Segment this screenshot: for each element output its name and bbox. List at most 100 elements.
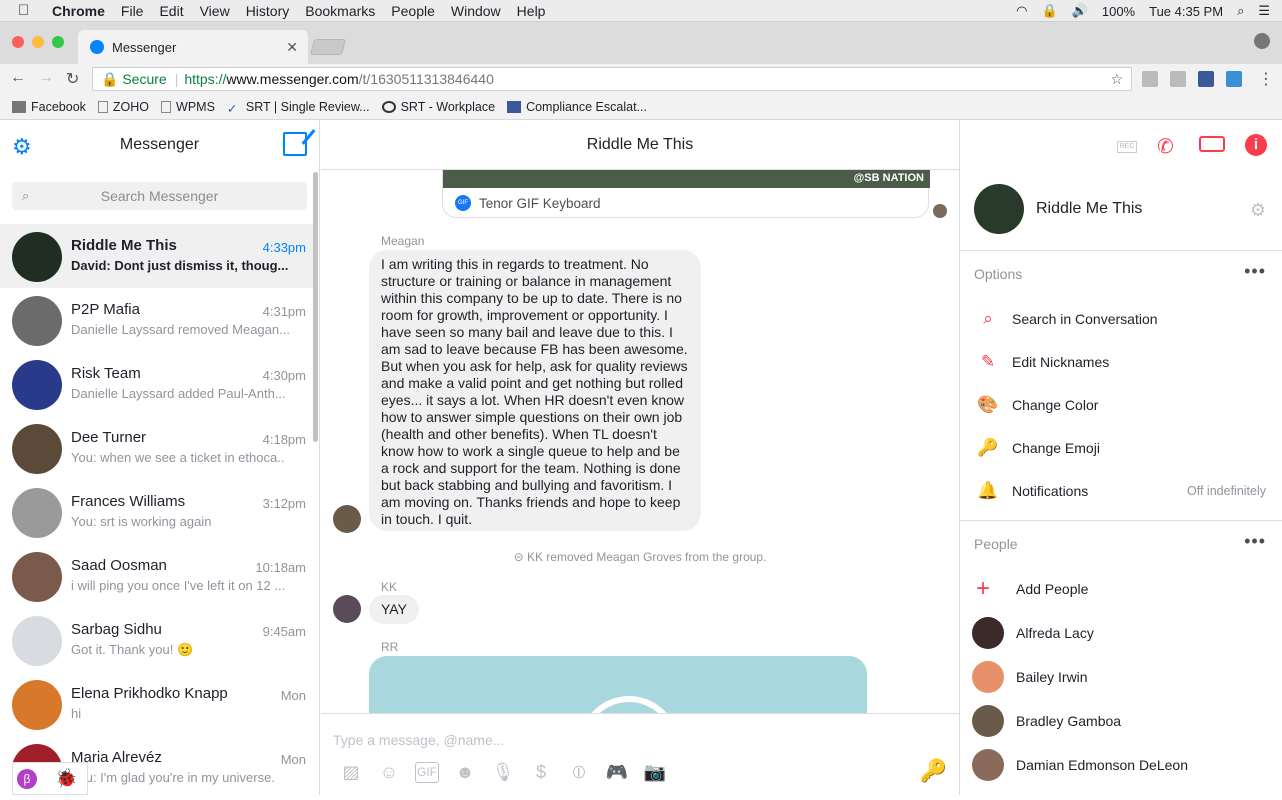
emoji-icon[interactable]: ☻ xyxy=(453,762,477,783)
compose-icon[interactable] xyxy=(283,132,307,156)
menu-app[interactable]: Chrome xyxy=(52,3,105,19)
gif-source-label: Tenor GIF Keyboard xyxy=(479,195,601,211)
person-item[interactable]: Bradley Gamboa xyxy=(960,699,1282,743)
option-item[interactable]: 🔔 Notifications Off indefinitely xyxy=(960,469,1282,512)
lock-icon[interactable]: 🔒 xyxy=(1041,3,1057,19)
menu-view[interactable]: View xyxy=(200,3,230,19)
bookmark-facebook[interactable]: Facebook xyxy=(12,100,86,114)
extension-info-icon[interactable] xyxy=(1226,71,1242,87)
option-item[interactable]: 🎨 Change Color xyxy=(960,383,1282,426)
gif-image[interactable]: @SB NATION xyxy=(443,170,930,188)
back-icon[interactable]: ← xyxy=(10,69,26,87)
extension-facebook-icon[interactable] xyxy=(1142,71,1158,87)
option-label: Search in Conversation xyxy=(1012,310,1158,327)
bookmark-srt-workplace[interactable]: SRT - Workplace xyxy=(381,100,495,114)
conversation-list: Riddle Me This 4:33pm David: Dont just dis… xyxy=(0,224,318,800)
apple-icon[interactable]:  xyxy=(18,2,40,19)
conversation-item[interactable]: Risk Team 4:30pm Danielle Layssard added P… xyxy=(0,352,318,416)
conversation-name: Frances Williams xyxy=(71,493,186,510)
option-item[interactable]: ✎ Edit Nicknames xyxy=(960,340,1282,383)
reload-icon[interactable]: ↻ xyxy=(66,69,79,89)
notification-center-icon[interactable]: ☰ xyxy=(1258,3,1270,19)
conversation-avatar xyxy=(12,424,62,474)
menu-people[interactable]: People xyxy=(391,3,435,19)
conversation-time: 3:12pm xyxy=(262,496,306,511)
conversation-name: Elena Prikhodko Knapp xyxy=(71,685,228,702)
settings-gear-icon[interactable]: ⚙ xyxy=(12,134,36,159)
person-name: Bailey Irwin xyxy=(1016,669,1088,685)
people-more-icon[interactable]: ••• xyxy=(1244,531,1266,552)
menu-window[interactable]: Window xyxy=(451,3,501,19)
tab-messenger[interactable]: Messenger ✕ xyxy=(78,30,308,64)
options-more-icon[interactable]: ••• xyxy=(1244,261,1266,282)
message-input[interactable]: Type a message, @name... xyxy=(333,732,504,748)
bookmark-wpms[interactable]: WPMS xyxy=(161,100,215,114)
bookmark-compliance[interactable]: Compliance Escalat... xyxy=(507,100,647,114)
chrome-menu-icon[interactable]: ⋮ xyxy=(1258,69,1274,89)
bookmark-label: Compliance Escalat... xyxy=(526,99,647,114)
message-bubble[interactable]: YAY xyxy=(369,595,419,624)
beta-badge-icon[interactable]: β xyxy=(17,768,37,789)
extension-f-icon[interactable] xyxy=(1170,71,1186,87)
option-item[interactable]: ⌕ Search in Conversation xyxy=(960,297,1282,340)
gif-attachment[interactable]: @SB NATION GIF Tenor GIF Keyboard xyxy=(442,170,930,218)
spotlight-icon[interactable]: ⌕ xyxy=(1237,3,1244,19)
profile-icon[interactable] xyxy=(1254,33,1270,49)
message-bubble[interactable]: I am writing this in regards to treatmen… xyxy=(369,250,701,531)
forward-icon[interactable]: → xyxy=(38,69,54,87)
game-icon[interactable]: 🎮 xyxy=(605,762,629,783)
conversation-avatar xyxy=(12,232,62,282)
menu-history[interactable]: History xyxy=(246,3,290,19)
person-item[interactable]: Damian Edmonson DeLeon xyxy=(960,743,1282,787)
menu-file[interactable]: File xyxy=(121,3,144,19)
conversation-item[interactable]: Sarbag Sidhu 9:45am Got it. Thank you! 🙂 xyxy=(0,608,318,672)
image-icon[interactable]: ▨ xyxy=(339,762,363,783)
image-attachment[interactable] xyxy=(369,656,867,713)
gif-source[interactable]: GIF Tenor GIF Keyboard xyxy=(455,195,601,211)
person-item[interactable]: Alfreda Lacy xyxy=(960,611,1282,655)
secure-indicator[interactable]: 🔒 Secure xyxy=(101,71,167,88)
extension-fb-icon[interactable] xyxy=(1198,71,1214,87)
person-item[interactable]: Bailey Irwin xyxy=(960,655,1282,699)
wifi-icon[interactable]: ◠ xyxy=(1016,3,1027,19)
conversation-item[interactable]: Elena Prikhodko Knapp Mon hi xyxy=(0,672,318,736)
bell-icon: 🔔 xyxy=(977,480,999,500)
clock[interactable]: Tue 4:35 PM xyxy=(1149,4,1223,19)
menu-help[interactable]: Help xyxy=(517,3,546,19)
bug-icon[interactable]: 🐞 xyxy=(55,768,77,789)
add-people-button[interactable]: + Add People xyxy=(960,567,1282,611)
sender-avatar[interactable] xyxy=(333,505,361,533)
address-bar[interactable]: 🔒 Secure | https:// www.messenger.com /t… xyxy=(92,67,1132,91)
conversation-item[interactable]: Frances Williams 3:12pm You: srt is workin… xyxy=(0,480,318,544)
bookmark-srt-review[interactable]: ✓ SRT | Single Review... xyxy=(227,100,370,116)
search-messenger-input[interactable]: ⌕ Search Messenger xyxy=(12,182,307,210)
bookmark-zoho[interactable]: ZOHO xyxy=(97,100,149,114)
menu-edit[interactable]: Edit xyxy=(159,3,183,19)
menu-bookmarks[interactable]: Bookmarks xyxy=(305,3,375,19)
bookmark-star-icon[interactable]: ☆ xyxy=(1110,71,1123,88)
gif-icon[interactable]: GIF xyxy=(415,762,439,783)
new-tab-button[interactable] xyxy=(309,39,347,55)
payment-icon[interactable]: $ xyxy=(529,762,553,783)
battery-percent: 100% xyxy=(1101,3,1136,19)
conversation-item[interactable]: Saad Oosman 10:18am i will ping you once I… xyxy=(0,544,318,608)
close-window-button[interactable] xyxy=(12,36,24,48)
group-settings-gear-icon[interactable]: ⚙ xyxy=(1250,200,1266,221)
sender-avatar[interactable] xyxy=(333,595,361,623)
add-people-label: Add People xyxy=(1016,581,1089,597)
conversation-item[interactable]: Dee Turner 4:18pm You: when we see a ticke… xyxy=(0,416,318,480)
volume-icon[interactable]: 🔊 xyxy=(1072,3,1088,19)
close-tab-icon[interactable]: ✕ xyxy=(286,39,298,56)
zoom-window-button[interactable] xyxy=(52,36,64,48)
microphone-icon[interactable]: 🎙 xyxy=(491,762,515,783)
option-item[interactable]: 🔑 Change Emoji xyxy=(960,426,1282,469)
camera-icon[interactable]: 📷 xyxy=(643,762,667,783)
sticker-icon[interactable]: ☺ xyxy=(377,762,401,783)
sidebar-scrollbar[interactable] xyxy=(313,172,318,442)
conversation-item[interactable]: Riddle Me This 4:33pm David: Dont just dis… xyxy=(0,224,318,288)
minimize-window-button[interactable] xyxy=(32,36,44,48)
key-emoji-send-icon[interactable]: 🔑 xyxy=(920,758,947,784)
poll-icon[interactable]: ⦶ xyxy=(567,762,591,783)
group-avatar[interactable] xyxy=(974,184,1024,234)
conversation-item[interactable]: P2P Mafia 4:31pm Danielle Layssard removed… xyxy=(0,288,318,352)
